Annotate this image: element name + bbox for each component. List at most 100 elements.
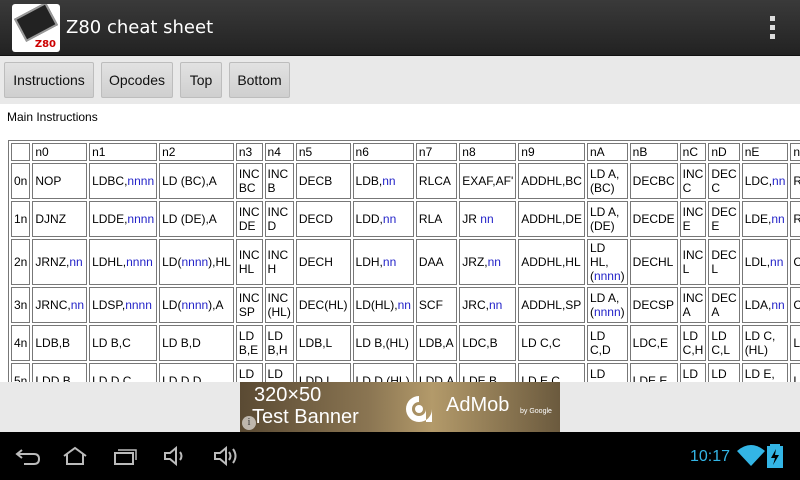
instruction-text: C,B — [477, 336, 498, 350]
table-header-row: n0n1n2n3n4n5n6n7n8n9nAnBnCnDnEnF — [11, 143, 800, 161]
instruction-text: C,E — [648, 336, 669, 350]
operand-placeholder: nnnn — [126, 255, 153, 269]
table-row: 0n NOP LDBC,nnnn LD (BC),A INC BC INC B DECB LD… — [11, 163, 800, 199]
opcodes-button[interactable]: Opcodes — [101, 62, 173, 98]
instruction-text: HL,DE — [546, 212, 582, 226]
instruction-cell: DAA — [415, 239, 458, 285]
instruction-text: LD — [298, 374, 315, 382]
instruction-cell: LD E,D — [586, 363, 628, 382]
instruction-text: LD D,H — [267, 367, 289, 382]
recent-apps-icon[interactable] — [110, 442, 140, 470]
volume-down-icon[interactable] — [160, 442, 190, 470]
instruction-text: Z, — [476, 255, 488, 269]
instruction-text: ) — [620, 305, 625, 319]
column-header: n1 — [89, 143, 158, 161]
instruction-text: LD B,E — [238, 329, 259, 357]
column-header: n3 — [235, 143, 263, 161]
instruction-text: NZ, — [50, 255, 70, 269]
instruction-text: HL,BC — [546, 174, 582, 188]
instruction-cell: LDE,B — [459, 363, 517, 382]
volume-up-icon[interactable] — [210, 442, 240, 470]
instruction-text: LD — [462, 374, 478, 382]
instruction-cell: LD B,E — [235, 325, 263, 361]
instruction-text: LD B,D — [162, 336, 201, 350]
operand-placeholder: nn — [70, 298, 85, 312]
instruction-text: LD C,C — [521, 336, 561, 350]
column-header: n9 — [518, 143, 585, 161]
instruction-text: LD C,L — [711, 329, 731, 357]
table-row: 2n JRNZ,nn LDHL,nnnn LD(nnnn),HL INC HL INC H… — [11, 239, 800, 285]
instruction-cell: LDB,B — [32, 325, 88, 361]
instruction-text: INC (HL) — [267, 291, 291, 319]
instruction-cell: DJNZ — [32, 201, 88, 237]
instruction-cell: LD B,(HL) — [352, 325, 414, 361]
instruction-cell: LDC,E — [629, 325, 678, 361]
instruction-cell: DECBC — [629, 163, 678, 199]
instruction-text: BC, — [107, 174, 128, 188]
instruction-text: DEC A — [711, 291, 737, 319]
instruction-text: LD (BC),A — [162, 174, 217, 188]
back-icon[interactable] — [12, 442, 42, 470]
overflow-menu-icon[interactable] — [770, 16, 776, 40]
instruction-text: LD — [744, 298, 761, 312]
ad-banner[interactable]: 320×50 Test Banner AdMob by Google i — [240, 382, 560, 432]
top-button[interactable]: Top — [180, 62, 222, 98]
instruction-cell: LDA,nn — [741, 287, 789, 323]
instruction-text: DAA — [418, 255, 444, 269]
instruction-cell: LD B,C — [89, 325, 158, 361]
instruction-cell: DECH — [295, 239, 351, 285]
instruction-text: LD A, — [589, 205, 620, 219]
instruction-cell: LD HL,(nnnn) — [586, 239, 628, 285]
instruction-text: DEC — [632, 255, 658, 269]
instruction-text: JR — [35, 298, 51, 312]
instruction-text: B,B — [50, 336, 71, 350]
instruction-text: HL, — [107, 255, 127, 269]
instruction-text: LD — [355, 255, 371, 269]
table-row: 3n JRNC,nn LDSP,nnnn LD(nnnn),A INC SP INC (H… — [11, 287, 800, 323]
instruction-cell: ADDHL,HL — [518, 239, 585, 285]
instruction-text: LD D,C — [92, 374, 132, 382]
instruction-cell: INC L — [679, 239, 707, 285]
home-icon[interactable] — [60, 442, 90, 470]
instruction-cell: LD C,H — [679, 325, 707, 361]
instruction-cell: INC HL — [235, 239, 263, 285]
bottom-button[interactable]: Bottom — [229, 62, 290, 98]
instruction-cell: LD E,(HL) — [741, 363, 789, 382]
instruction-text: LD — [793, 374, 800, 382]
instruction-text: CPL — [793, 255, 800, 269]
instruction-cell: LD(nnnn),HL — [159, 239, 234, 285]
column-header: n6 — [352, 143, 414, 161]
instruction-cell: LD C,L — [708, 325, 740, 361]
app-title: Z80 cheat sheet — [66, 17, 214, 38]
app-chip-icon[interactable]: Z80 — [12, 4, 60, 52]
instruction-text: LD C,D — [589, 329, 611, 357]
instruction-text: JR — [462, 255, 477, 269]
system-navigation-bar: 10:17 — [0, 432, 800, 480]
instruction-text: LD B, — [355, 336, 386, 350]
instruction-text: LD D, — [355, 374, 387, 382]
instruction-text: (HL) — [385, 336, 409, 350]
instruction-cell: DEC A — [708, 287, 740, 323]
instruction-cell: RLA — [415, 201, 458, 237]
instructions-button[interactable]: Instructions — [4, 62, 94, 98]
instruction-text: LD — [744, 212, 761, 226]
instruction-cell: LD C,(HL) — [741, 325, 789, 361]
operand-placeholder: nnnn — [181, 255, 209, 269]
instruction-text: A, — [760, 298, 772, 312]
instruction-text: NOP — [35, 174, 62, 188]
instruction-cell: RRA — [790, 201, 800, 237]
instruction-text: DEC — [632, 212, 658, 226]
ad-info-icon[interactable]: i — [242, 416, 256, 430]
instruction-text: LD — [418, 374, 435, 382]
operand-placeholder: nnnn — [181, 298, 209, 312]
instruction-cell: LD C,C — [518, 325, 585, 361]
action-bar: Z80 Z80 cheat sheet — [0, 0, 800, 56]
ad-area: 320×50 Test Banner AdMob by Google i — [0, 382, 800, 432]
instruction-text: DEC — [298, 255, 325, 269]
instruction-text: LD — [162, 255, 178, 269]
operand-placeholder: nnnn — [127, 212, 155, 226]
instruction-text: (HL) — [324, 298, 348, 312]
column-header: nA — [586, 143, 628, 161]
instruction-text: LD D,E — [238, 367, 259, 382]
instruction-text: LD — [35, 336, 51, 350]
